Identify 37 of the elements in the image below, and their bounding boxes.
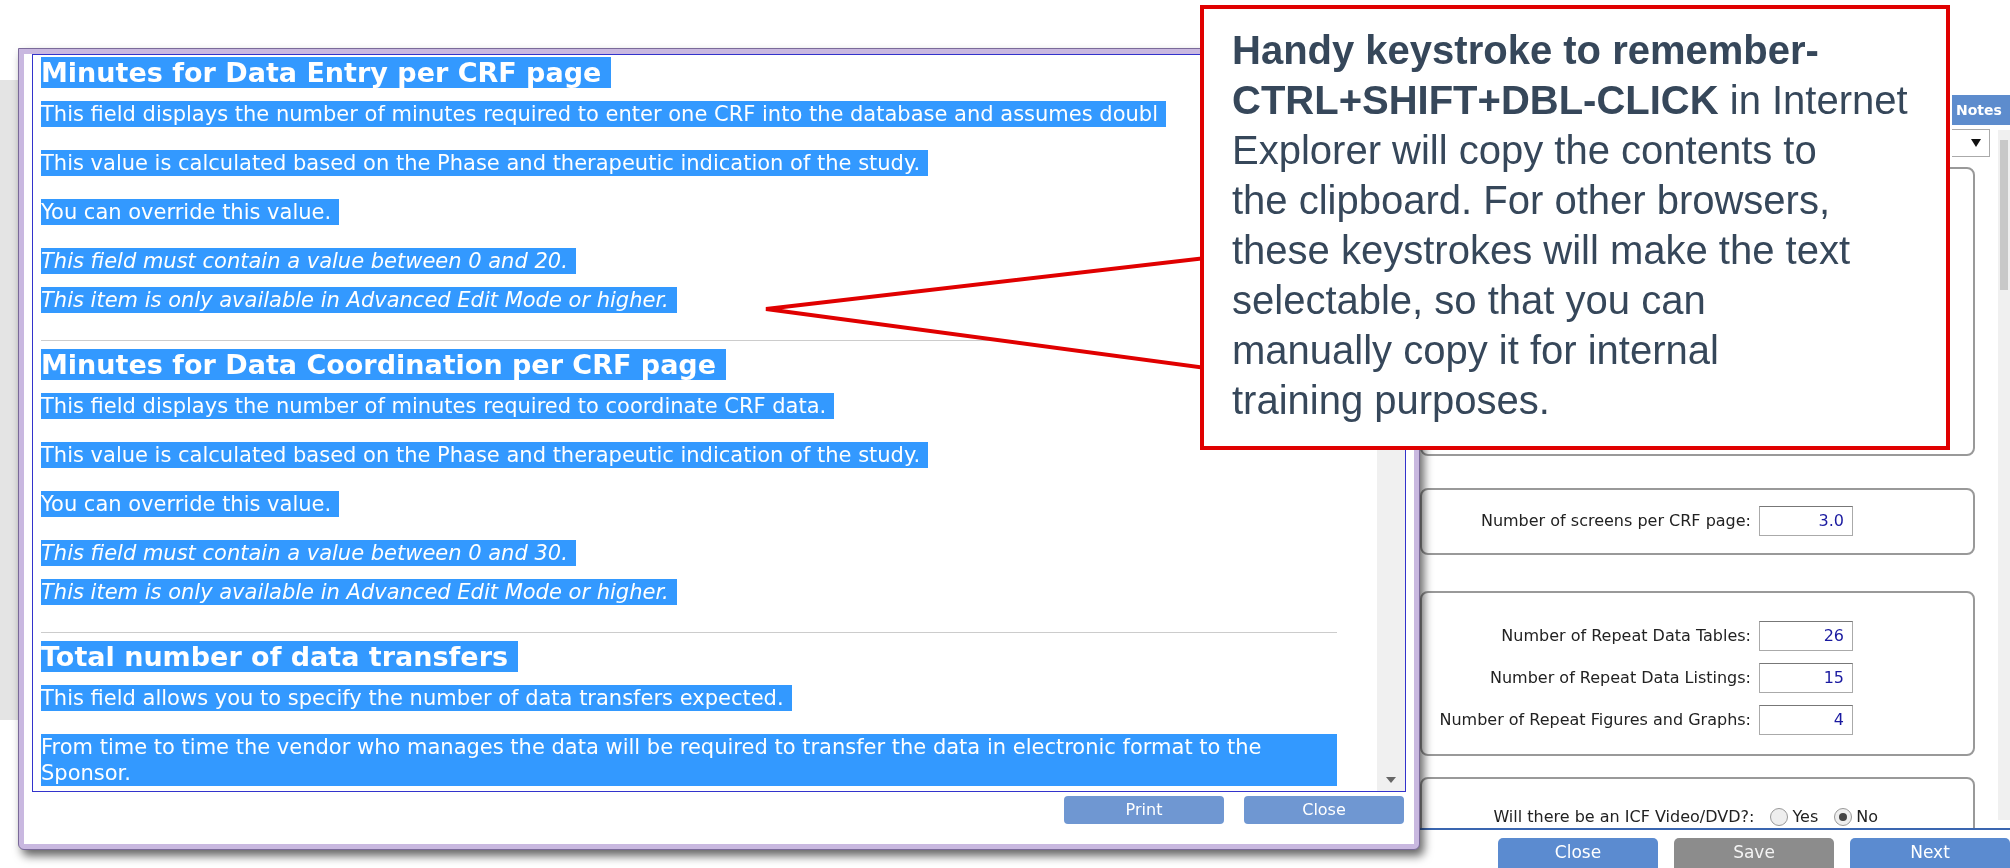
radio-button[interactable] [1834, 808, 1853, 826]
radio-label: No [1856, 806, 1878, 828]
input-field[interactable]: 4 [1759, 705, 1853, 735]
radio-label: Yes [1792, 806, 1819, 828]
section-heading: Minutes for Data Entry per CRF page [41, 57, 612, 88]
help-text: You can override this value. [41, 491, 340, 517]
dropdown[interactable] [1952, 129, 1990, 157]
help-text: This field displays the number of minutes required to enter one CRF into the database and assumes doubl [41, 101, 1166, 127]
input-field[interactable]: 15 [1759, 663, 1853, 693]
help-text: This field displays the number of minutes required to coordinate CRF data. [41, 393, 835, 419]
help-text: This value is calculated based on the Phase and therapeutic indication of the study. [41, 442, 929, 468]
notes-tab[interactable]: Notes [1952, 95, 2010, 125]
close-button[interactable]: Close [1244, 796, 1404, 824]
radio-button[interactable] [1770, 808, 1789, 826]
field-label: Number of screens per CRF page: [1480, 510, 1751, 532]
next-button[interactable]: Next [1850, 838, 2010, 868]
field-label: Number of Repeat Data Listings: [1490, 667, 1751, 689]
help-text: This field must contain a value between 0 and 20. [41, 248, 576, 274]
input-field[interactable]: 26 [1759, 621, 1853, 651]
help-text: This value is calculated based on the Phase and therapeutic indication of the study. [41, 150, 929, 176]
help-text: You can override this value. [41, 199, 340, 225]
close-button[interactable]: Close [1498, 838, 1658, 868]
help-text: This item is only available in Advanced Edit Mode or higher. [41, 287, 677, 313]
field-label: Number of Repeat Figures and Graphs: [1439, 709, 1751, 731]
field-label: Number of Repeat Data Tables: [1501, 625, 1751, 647]
help-text: This field allows you to specify the number of data transfers expected. [41, 685, 792, 711]
print-button[interactable]: Print [1064, 796, 1224, 824]
help-text: This item is only available in Advanced Edit Mode or higher. [41, 579, 677, 605]
help-text: This field must contain a value between 0 and 30. [41, 540, 576, 566]
section-heading: Total number of data transfers [41, 641, 519, 672]
input-field[interactable]: 3.0 [1759, 506, 1853, 536]
callout-text: Handy keystroke to remember- CTRL+SHIFT+DBL-CLICK in Internet Explorer will copy the contents to the clipboard. For other browsers, these keystrokes will make the text selectable, so that you can manually copy it for internal training purposes. [1232, 27, 1909, 424]
scroll-down-icon [1386, 777, 1396, 783]
field-label: Will there be an ICF Video/DVD?: [1493, 806, 1755, 828]
caret-icon [1971, 139, 1981, 147]
help-text: From time to time the vendor who manages the data will be required to transfer the data in electronic format to the Sponsor. [41, 734, 1337, 786]
section-heading: Minutes for Data Coordination per CRF page [41, 349, 726, 380]
